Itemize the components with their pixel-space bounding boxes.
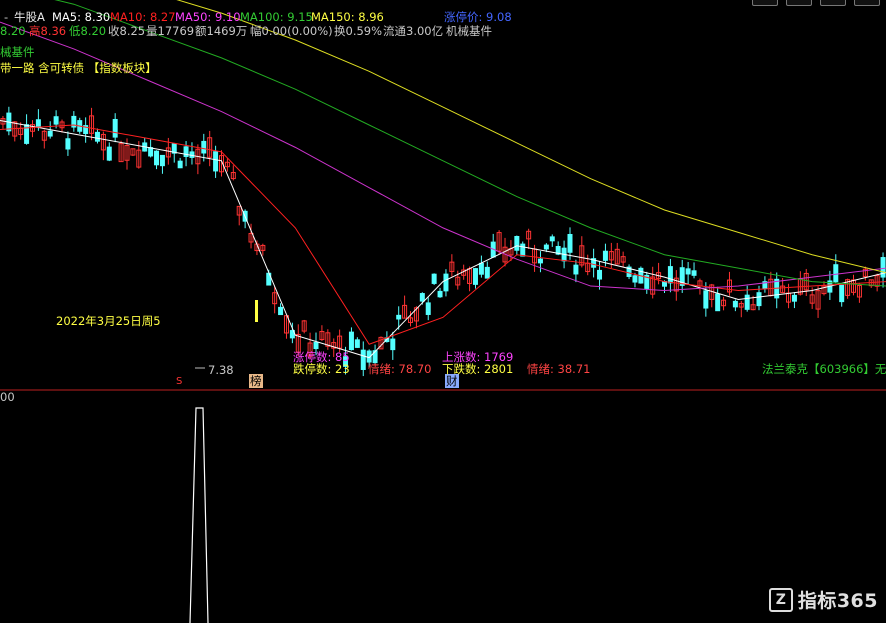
window-button-3[interactable]	[820, 0, 846, 6]
candle-body	[537, 258, 543, 264]
candle-body	[425, 302, 431, 315]
series-ma150-line	[176, 0, 886, 274]
candle-body	[419, 293, 425, 302]
candlesticks	[0, 106, 886, 377]
candle-body	[791, 294, 797, 302]
candle-body	[443, 273, 449, 292]
window-button-4[interactable]	[854, 0, 880, 6]
ma10-label: MA10: 8.27	[110, 10, 176, 24]
kline-chart	[0, 0, 886, 623]
candle-body	[65, 138, 71, 150]
candle-body	[35, 119, 41, 127]
candle-body	[602, 250, 608, 261]
ma100-label: MA100: 9.15	[240, 10, 313, 24]
candle-body	[177, 160, 183, 169]
limit-down-count: 跌停数: 23	[293, 362, 350, 376]
candle-body	[715, 293, 721, 312]
candle-body	[732, 300, 738, 308]
candle-body	[390, 338, 396, 351]
candle-body	[278, 306, 284, 316]
candle-body	[47, 130, 53, 137]
turnover: 换0.59%	[334, 24, 383, 38]
ma5-label: MA5: 8.30	[52, 10, 111, 24]
logo-icon: Z	[768, 587, 793, 612]
limit-up-price: 涨停价: 9.08	[444, 10, 512, 24]
candle-body	[106, 146, 112, 161]
window-button-2[interactable]	[786, 0, 812, 6]
candle-body	[839, 284, 845, 303]
stock-tag: 法兰泰克【603966】无	[762, 362, 886, 376]
candle-body	[691, 270, 697, 276]
volume: 量17769	[146, 24, 195, 38]
low-price: 低8.20	[69, 24, 107, 38]
candle-body	[597, 269, 603, 280]
candle-body	[396, 314, 402, 320]
watermark: Z 指标365	[768, 586, 878, 613]
watermark-text: 指标365	[797, 590, 878, 612]
candle-body	[744, 294, 750, 310]
candle-body	[360, 349, 366, 370]
candle-body	[520, 243, 526, 257]
candle-body	[667, 266, 673, 284]
sentiment-2: 情绪: 38.71	[527, 362, 591, 376]
candle-body	[354, 339, 360, 348]
candle-body	[478, 262, 484, 275]
candle-body	[549, 236, 555, 242]
candle-body	[201, 140, 207, 154]
sentiment-1: 情绪: 78.70	[368, 362, 432, 376]
marker-cai[interactable]: 财	[445, 374, 459, 388]
candle-body	[213, 151, 219, 172]
candle-body	[94, 131, 100, 142]
candle-body	[567, 233, 573, 253]
industry: 机械基件	[446, 24, 492, 38]
candle-body	[514, 236, 520, 251]
ma50-label: MA50: 9.10	[175, 10, 241, 24]
candle-body	[112, 118, 118, 138]
marker-s[interactable]: S	[176, 375, 182, 389]
candle-body	[154, 150, 160, 166]
change: 幅0.00(0.00%)	[250, 24, 333, 38]
candle-body	[632, 275, 638, 283]
window-button-1[interactable]	[752, 0, 778, 6]
candle-body	[431, 273, 437, 284]
close-price: 收8.25	[108, 24, 146, 38]
series-ma100-line	[54, 0, 886, 287]
candle-body	[159, 154, 165, 167]
candle-body	[472, 268, 478, 285]
marker-bang[interactable]: 榜	[249, 374, 263, 388]
high-price: 高8.36	[29, 24, 67, 38]
down-count: 下跌数: 2801	[442, 362, 514, 376]
candle-body	[573, 264, 579, 275]
date-label: 2022年3月25日周5	[56, 314, 161, 328]
series-ma10-line	[0, 124, 886, 345]
candle-body	[484, 266, 490, 279]
ma150-label: MA150: 8.96	[311, 10, 384, 24]
candle-body	[348, 331, 354, 351]
yellow-signal-bar	[255, 300, 258, 322]
candle-body	[437, 290, 443, 298]
concept-tags: 带一路 含可转债 【指数板块】	[0, 61, 157, 75]
candle-body	[53, 116, 59, 125]
amount: 额1469万	[195, 24, 248, 38]
min-price-label: 7.38	[208, 363, 234, 377]
candle-body	[756, 292, 762, 307]
expand-icon[interactable]: -	[4, 10, 8, 24]
candle-body	[148, 147, 154, 157]
sub-indicator-spike	[189, 407, 209, 623]
stock-name: 牛股A	[14, 10, 45, 24]
candle-body	[703, 290, 709, 309]
industry-short: 械基件	[0, 45, 35, 59]
candle-body	[833, 264, 839, 283]
candle-body	[685, 268, 691, 275]
candle-body	[543, 244, 549, 250]
float-cap: 流通3.00亿	[383, 24, 444, 38]
sub-panel-axis-label: 00	[0, 390, 15, 404]
candle-body	[313, 341, 319, 350]
low-prefix: 8.20	[0, 24, 26, 38]
